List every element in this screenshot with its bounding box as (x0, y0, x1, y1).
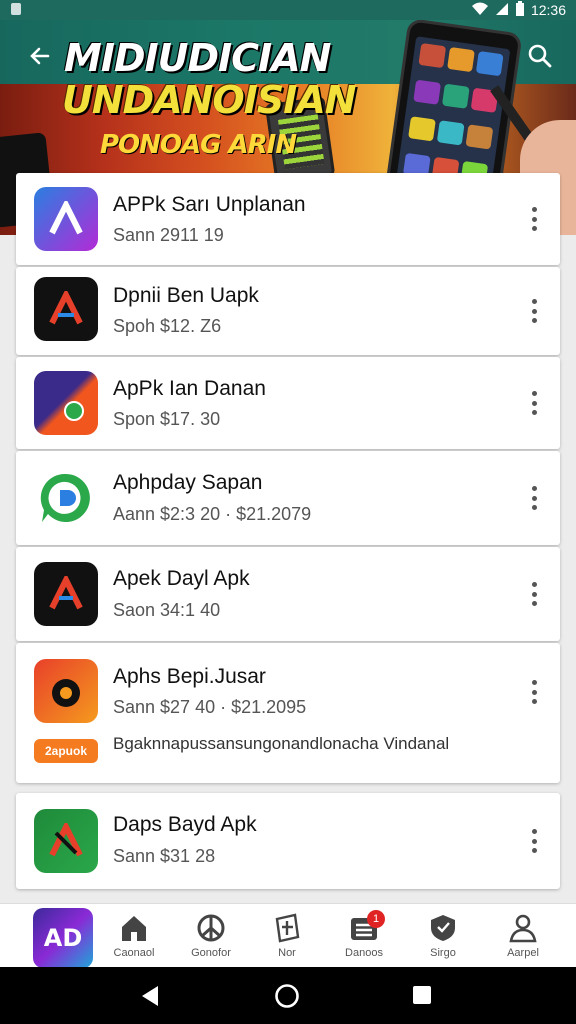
app-icon (34, 659, 98, 723)
person-icon (509, 914, 537, 943)
wifi-icon (471, 2, 489, 19)
app-meta: Spoh $12. Z6 (113, 316, 222, 336)
system-recents-button[interactable] (410, 983, 436, 1009)
shield-icon (431, 915, 455, 941)
bottom-nav: AD Caonaol Gonofor Nor 1 Danoos Sirgo Aa… (0, 903, 576, 968)
signal-icon (495, 2, 509, 19)
nav-label: Nor (278, 947, 296, 959)
more-options-button[interactable] (524, 388, 544, 418)
app-shortcut-label: AD (43, 924, 83, 952)
list-item[interactable]: 2apuok Aphs Bepi.Jusar Sann $27 40 · $21… (16, 643, 560, 783)
app-icon (34, 277, 98, 341)
app-icon (34, 562, 98, 626)
list-item[interactable]: Aphpday Sapan Aann $2:3 20 · $21.2079 (16, 451, 560, 545)
nav-item-explore[interactable]: Gonofor (176, 912, 246, 959)
app-title: ApPk Ian Danan (113, 377, 266, 400)
more-options-button[interactable] (524, 204, 544, 234)
more-options-button[interactable] (524, 579, 544, 609)
nav-label: Gonofor (191, 947, 231, 959)
battery-icon (515, 0, 525, 20)
app-icon (34, 809, 98, 873)
app-title: Dpnii Ben Uapk (113, 284, 259, 307)
nav-label: Aarpel (507, 947, 539, 959)
list-item[interactable]: APPk Sarı Unplanan Sann 2911 19 (16, 173, 560, 265)
arrow-left-icon (30, 47, 50, 65)
more-options-button[interactable] (524, 826, 544, 856)
sim-icon (10, 2, 22, 19)
search-icon (528, 44, 552, 68)
banner-title-line1: MIDIUDICIAN (64, 36, 331, 80)
system-home-button[interactable] (274, 983, 300, 1009)
banner-title-line3: PONOAG ARIN (100, 130, 297, 160)
app-meta: Sann $31 28 (113, 846, 216, 866)
nav-label: Danoos (345, 947, 383, 959)
list-item[interactable]: Dpnii Ben Uapk Spoh $12. Z6 (16, 267, 560, 355)
app-title: Aphpday Sapan (113, 471, 263, 494)
app-meta: Saon 34:1 40 (113, 600, 221, 620)
nav-item-new[interactable]: Nor (252, 912, 322, 959)
app-meta: Sann $27 40 · $21.2095 (113, 697, 307, 717)
nav-label: Caonaol (113, 947, 155, 959)
app-icon (34, 371, 98, 435)
more-options-button[interactable] (524, 483, 544, 513)
back-triangle-icon (142, 986, 158, 1006)
list-item[interactable]: ApPk Ian Danan Spon $17. 30 (16, 357, 560, 449)
app-shortcut-button[interactable]: AD (33, 908, 93, 968)
app-meta: Spon $17. 30 (113, 409, 221, 429)
app-title: Apek Dayl Apk (113, 567, 250, 590)
home-circle-icon (275, 984, 299, 1008)
home-icon (122, 916, 146, 941)
list-item[interactable]: Daps Bayd Apk Sann $31 28 (16, 793, 560, 889)
app-title: Daps Bayd Apk (113, 813, 257, 836)
app-badge: 2apuok (34, 739, 98, 763)
status-time: 12:36 (530, 2, 566, 18)
nav-label: Sirgo (430, 947, 456, 959)
status-bar: 12:36 (0, 0, 576, 20)
app-title: APPk Sarı Unplanan (113, 193, 306, 216)
more-options-button[interactable] (524, 296, 544, 326)
app-icon (34, 466, 98, 530)
app-meta: Sann 2911 19 (113, 225, 224, 245)
app-description: Bgaknnapussansungonandlonacha Vindanal (113, 734, 450, 753)
nav-item-security[interactable]: Sirgo (408, 912, 478, 959)
system-back-button[interactable] (138, 983, 164, 1009)
puzzle-icon (275, 913, 300, 943)
search-button[interactable] (522, 38, 558, 74)
app-meta: Aann $2:3 20 · $21.2079 (113, 504, 312, 524)
app-icon (34, 187, 98, 251)
recents-square-icon (413, 986, 431, 1004)
peace-icon (197, 914, 225, 942)
notification-badge: 1 (367, 910, 385, 928)
nav-item-account[interactable]: Aarpel (488, 912, 558, 959)
back-button[interactable] (22, 38, 58, 74)
more-options-button[interactable] (524, 677, 544, 707)
system-nav-bar (0, 967, 576, 1024)
app-title: Aphs Bepi.Jusar (113, 665, 266, 688)
nav-item-home[interactable]: Caonaol (99, 912, 169, 959)
list-item[interactable]: Apek Dayl Apk Saon 34:1 40 (16, 547, 560, 641)
banner-title-line2: UNDANOISIAN (62, 78, 357, 122)
nav-item-downloads[interactable]: 1 Danoos (329, 910, 399, 959)
